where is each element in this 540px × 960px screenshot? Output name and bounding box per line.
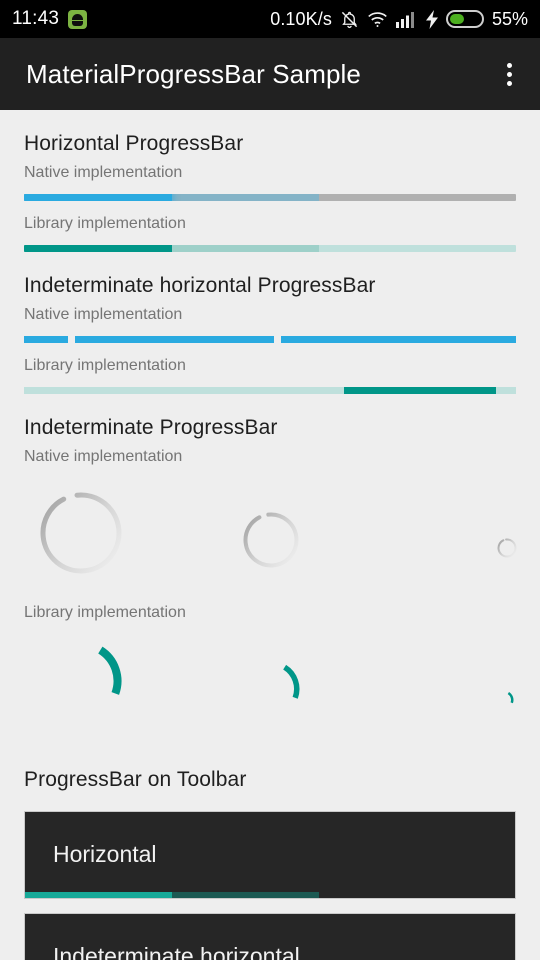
status-bar-right: 0.10K/s — [270, 9, 528, 30]
native-spinner-small-icon — [497, 538, 517, 563]
progressbar-native-indeterminate-horizontal[interactable] — [24, 336, 516, 343]
status-bar: 11:43 0.10K/s — [0, 0, 540, 38]
native-spinner-row — [24, 478, 516, 590]
label-library-indeterminate-horizontal: Library implementation — [24, 343, 516, 387]
progress-indeterminate-segment — [24, 336, 68, 343]
progress-indeterminate-segment — [75, 336, 274, 343]
label-native-indeterminate-horizontal: Native implementation — [24, 303, 516, 336]
battery-icon — [446, 10, 484, 28]
section-title-horizontal: Horizontal ProgressBar — [24, 110, 516, 161]
library-spinner-large-icon — [40, 640, 122, 727]
progressbar-native-horizontal[interactable] — [24, 194, 516, 201]
phone-screen: 11:43 0.10K/s — [0, 0, 540, 960]
toolbar-card-horizontal[interactable]: Horizontal — [24, 811, 516, 899]
progress-primary — [25, 892, 172, 898]
label-native-indeterminate-circular: Native implementation — [24, 445, 516, 478]
progressbar-library-horizontal[interactable] — [24, 245, 516, 252]
progress-indeterminate-segment — [344, 387, 497, 394]
library-spinner-small-icon — [494, 690, 514, 715]
scroll-content[interactable]: Horizontal ProgressBar Native implementa… — [0, 110, 540, 960]
native-spinner-medium-icon — [243, 512, 299, 573]
label-library-horizontal: Library implementation — [24, 201, 516, 245]
toolbar-card-indeterminate[interactable]: Indeterminate horizontal — [24, 913, 516, 960]
status-bar-left: 11:43 — [12, 8, 87, 30]
progress-indeterminate-segment — [281, 336, 516, 343]
dot — [507, 63, 512, 68]
cellular-signal-icon — [396, 11, 418, 28]
native-spinner-large-icon — [40, 492, 122, 579]
notifications-off-icon — [340, 10, 359, 29]
section-title-toolbar: ProgressBar on Toolbar — [24, 746, 516, 797]
label-native-horizontal: Native implementation — [24, 161, 516, 194]
overflow-menu-icon[interactable] — [496, 54, 522, 94]
page-title: MaterialProgressBar Sample — [26, 59, 361, 90]
toolbar-card-title: Horizontal — [53, 841, 157, 868]
dot — [507, 81, 512, 86]
library-spinner-medium-icon — [242, 660, 300, 723]
section-title-indeterminate-circular: Indeterminate ProgressBar — [24, 394, 516, 445]
status-clock: 11:43 — [12, 8, 59, 30]
progressbar-library-indeterminate-horizontal[interactable] — [24, 387, 516, 394]
progress-primary — [24, 194, 172, 201]
label-library-indeterminate-circular: Library implementation — [24, 590, 516, 634]
battery-level-fill — [450, 14, 464, 24]
wifi-icon — [367, 11, 388, 28]
toolbar-progressbar-determinate — [25, 892, 515, 898]
dot — [507, 72, 512, 77]
progress-primary — [24, 245, 172, 252]
network-speed-label: 0.10K/s — [270, 9, 332, 30]
section-title-indeterminate-horizontal: Indeterminate horizontal ProgressBar — [24, 252, 516, 303]
app-bar: MaterialProgressBar Sample — [0, 38, 540, 110]
android-robot-icon — [68, 10, 87, 29]
toolbar-card-title: Indeterminate horizontal — [53, 943, 300, 960]
charging-bolt-icon — [426, 10, 438, 29]
library-spinner-row — [24, 634, 516, 746]
battery-percent-label: 55% — [492, 9, 528, 30]
